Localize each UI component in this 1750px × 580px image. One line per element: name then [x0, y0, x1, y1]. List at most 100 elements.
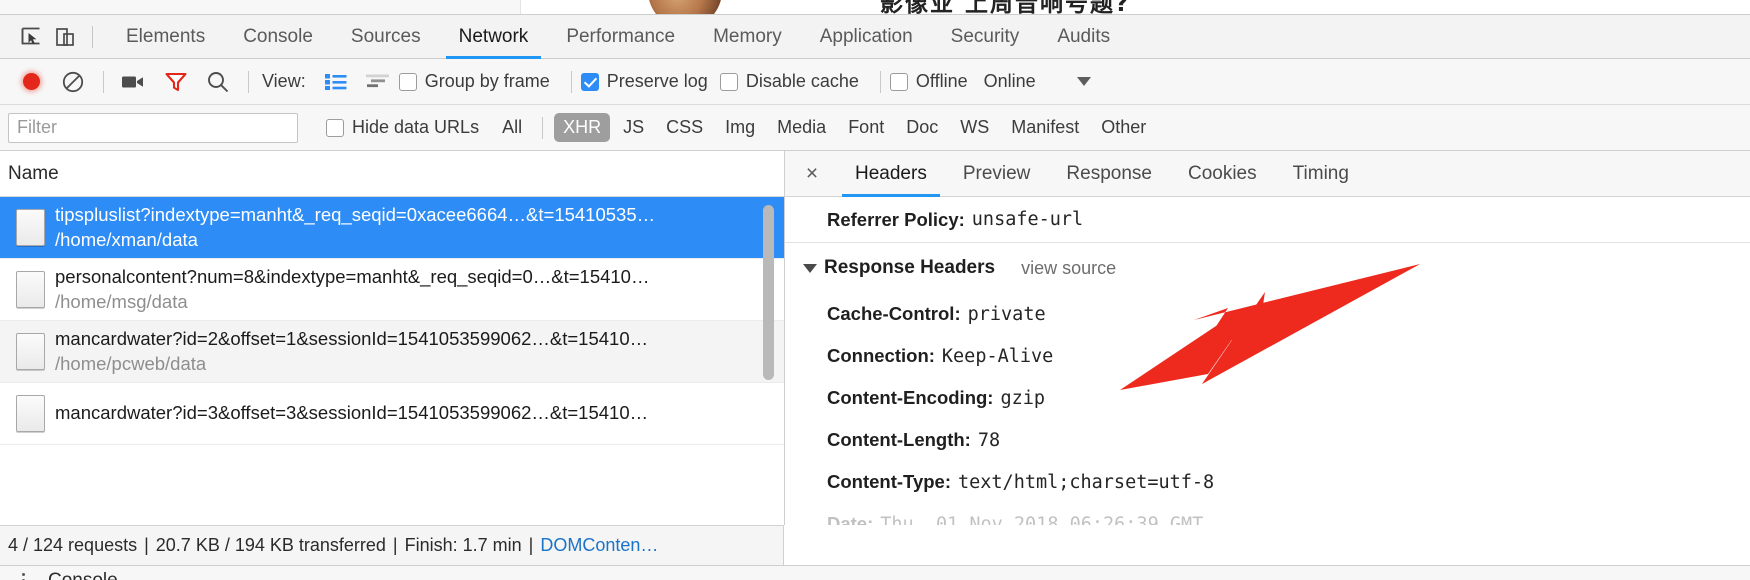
tab-headers[interactable]: Headers	[837, 151, 945, 197]
tab-response[interactable]: Response	[1048, 151, 1170, 197]
devtools-screenshot: 影像业 上周音响号题? Elements Console Sources Net…	[0, 0, 1750, 580]
request-list-scrollbar[interactable]	[763, 205, 774, 380]
tab-audits[interactable]: Audits	[1038, 15, 1129, 59]
request-name: mancardwater?id=2&offset=1&sessionId=154…	[55, 327, 649, 349]
capture-screenshots-button[interactable]	[113, 61, 155, 103]
search-button[interactable]	[197, 61, 239, 103]
header-value: unsafe-url	[971, 209, 1084, 230]
group-by-frame-box	[398, 72, 417, 91]
filter-type-doc[interactable]: Doc	[897, 113, 947, 142]
request-detail-pane: × Headers Preview Response Cookies Timin…	[785, 151, 1750, 525]
throttling-value[interactable]: Online	[984, 71, 1036, 92]
hide-data-urls-box	[326, 118, 344, 137]
tab-elements[interactable]: Elements	[107, 15, 224, 59]
status-sep: |	[144, 535, 149, 555]
header-value: text/html;charset=utf-8	[958, 471, 1215, 493]
filter-divider	[542, 116, 544, 139]
console-drawer: Console	[0, 565, 1750, 580]
chevron-down-icon[interactable]	[1076, 77, 1091, 86]
offline-checkbox[interactable]: Offline	[889, 71, 968, 92]
filter-type-xhr[interactable]: XHR	[554, 113, 611, 142]
tabbar-divider	[92, 25, 93, 48]
filter-type-all[interactable]: All	[493, 113, 531, 142]
toolbar-divider-4	[879, 70, 881, 93]
network-status-bar: 4 / 124 requests | 20.7 KB / 194 KB tran…	[0, 525, 784, 565]
filter-type-css[interactable]: CSS	[657, 113, 712, 142]
hide-data-urls-checkbox[interactable]: Hide data URLs	[326, 117, 479, 138]
table-row[interactable]: tipspluslist?indextype=manht&_req_seqid=…	[0, 197, 784, 259]
chevron-down-icon[interactable]	[803, 263, 817, 273]
disable-cache-checkbox[interactable]: Disable cache	[719, 71, 859, 92]
offline-box	[889, 72, 908, 91]
request-name: tipspluslist?indextype=manht&_req_seqid=…	[55, 203, 656, 225]
filter-input[interactable]	[8, 112, 298, 143]
status-transferred: 20.7 KB / 194 KB transferred	[155, 535, 386, 555]
tab-timing[interactable]: Timing	[1275, 151, 1367, 197]
document-icon	[16, 209, 45, 246]
header-key: Referrer Policy:	[827, 208, 965, 230]
tab-application[interactable]: Application	[801, 15, 932, 59]
filter-type-manifest[interactable]: Manifest	[1002, 113, 1088, 142]
column-header-name[interactable]: Name	[0, 151, 784, 197]
filter-type-other[interactable]: Other	[1092, 113, 1155, 142]
status-requests: 4 / 124 requests	[8, 535, 138, 555]
view-source-link[interactable]: view source	[1021, 258, 1116, 279]
close-icon[interactable]: ×	[797, 159, 827, 189]
response-headers-section[interactable]: Response Headers view source	[785, 243, 1750, 293]
table-row[interactable]: mancardwater?id=3&offset=3&sessionId=154…	[0, 383, 784, 445]
group-by-frame-checkbox[interactable]: Group by frame	[398, 71, 550, 92]
header-content-length: Content-Length: 78	[785, 419, 1750, 461]
header-content-encoding: Content-Encoding: gzip	[785, 377, 1750, 419]
drawer-handle-icon[interactable]	[12, 573, 34, 580]
page-peek-title: 影像业 上周音响号题?	[880, 0, 1131, 14]
request-path: /home/msg/data	[55, 290, 188, 312]
header-referrer-policy: Referrer Policy: unsafe-url	[785, 197, 1750, 243]
inspect-element-icon[interactable]	[14, 20, 48, 54]
tab-performance[interactable]: Performance	[547, 15, 694, 59]
record-icon	[22, 73, 40, 90]
preserve-log-checkbox[interactable]: Preserve log	[580, 71, 708, 92]
request-list-pane: Name tipspluslist?indextype=manht&_req_s…	[0, 151, 785, 525]
toolbar-divider-3	[570, 70, 572, 93]
header-value: 78	[977, 429, 1001, 451]
waterfall-view-icon[interactable]	[357, 61, 399, 103]
filter-type-js[interactable]: JS	[614, 113, 653, 142]
document-icon	[16, 395, 45, 432]
list-view-icon[interactable]	[315, 61, 357, 103]
header-key: Cache-Control:	[827, 303, 961, 324]
tab-preview[interactable]: Preview	[945, 151, 1049, 197]
request-list: tipspluslist?indextype=manht&_req_seqid=…	[0, 197, 784, 445]
status-finish: Finish: 1.7 min	[404, 535, 522, 555]
toolbar-divider-1	[103, 70, 104, 93]
tab-network[interactable]: Network	[440, 15, 548, 59]
drawer-tab-console[interactable]: Console	[48, 570, 118, 580]
status-domcontentloaded: DOMConten…	[540, 535, 659, 555]
page-peek-avatar-image	[648, 0, 722, 14]
header-content-type: Content-Type: text/html;charset=utf-8	[785, 461, 1750, 503]
tab-memory[interactable]: Memory	[694, 15, 801, 59]
header-value: gzip	[1000, 387, 1046, 409]
headers-content: Referrer Policy: unsafe-url Response Hea…	[785, 197, 1750, 525]
filter-type-media[interactable]: Media	[768, 113, 835, 142]
filter-type-img[interactable]: Img	[716, 113, 764, 142]
header-cache-control: Cache-Control: private	[785, 293, 1750, 335]
tab-cookies[interactable]: Cookies	[1170, 151, 1275, 197]
table-row[interactable]: personalcontent?num=8&indextype=manht&_r…	[0, 259, 784, 321]
filter-type-font[interactable]: Font	[839, 113, 893, 142]
tab-sources[interactable]: Sources	[332, 15, 440, 59]
table-row[interactable]: mancardwater?id=2&offset=1&sessionId=154…	[0, 321, 784, 383]
record-button[interactable]	[10, 61, 52, 103]
tab-security[interactable]: Security	[932, 15, 1039, 59]
header-connection: Connection: Keep-Alive	[785, 335, 1750, 377]
device-toolbar-icon[interactable]	[48, 20, 82, 54]
hide-data-urls-label: Hide data URLs	[352, 117, 480, 137]
header-key: Connection:	[827, 345, 935, 366]
filter-toggle-button[interactable]	[155, 61, 197, 103]
filter-type-ws[interactable]: WS	[951, 113, 998, 142]
page-peek-left-panel	[0, 0, 521, 14]
view-label: View:	[262, 71, 306, 91]
header-key: Content-Encoding:	[827, 387, 994, 408]
devtools-tabbar: Elements Console Sources Network Perform…	[0, 15, 1750, 59]
clear-button[interactable]	[52, 61, 94, 103]
tab-console[interactable]: Console	[224, 15, 332, 59]
